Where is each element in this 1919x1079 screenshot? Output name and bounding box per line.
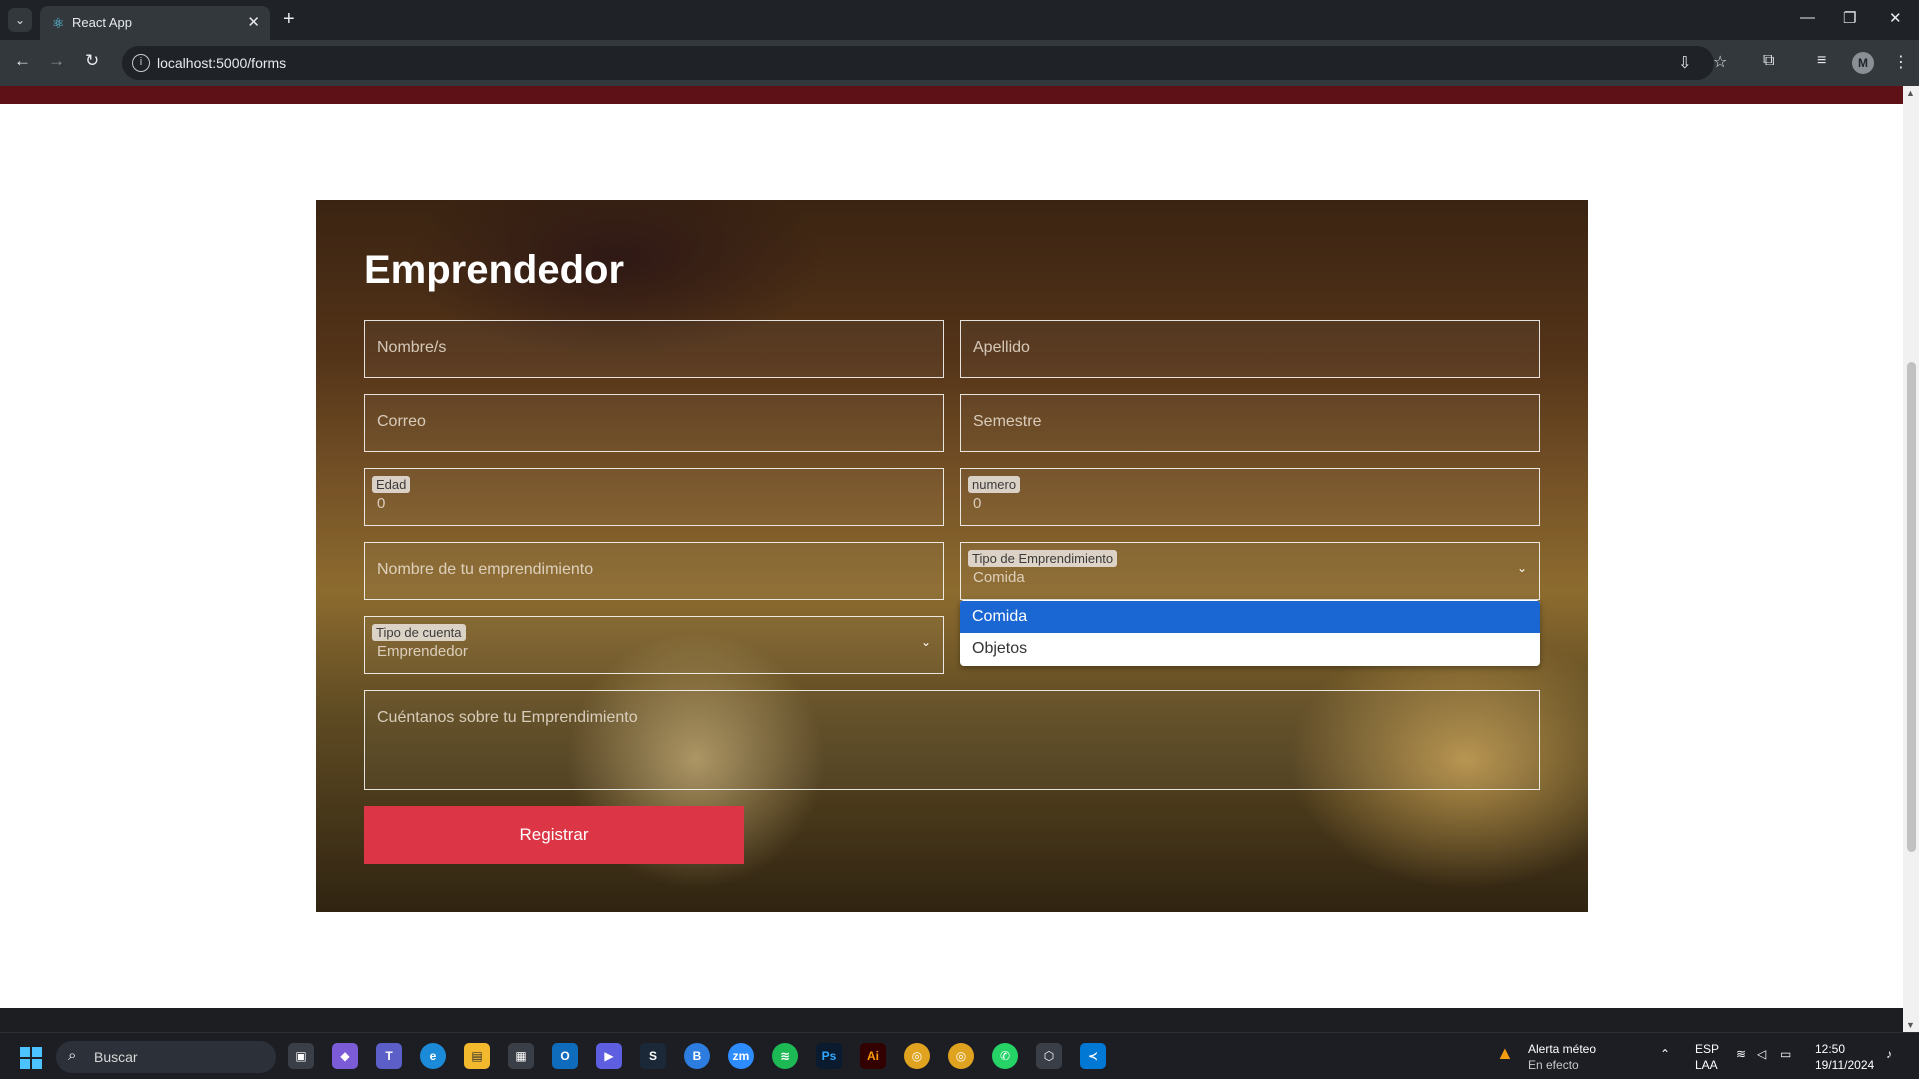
chevron-down-icon: ⌄ xyxy=(920,635,931,649)
extensions-icon[interactable]: ⧉ xyxy=(1763,52,1774,70)
edad-label: Edad xyxy=(372,476,411,493)
zoom-icon[interactable]: zm xyxy=(728,1043,754,1069)
tab-search-button[interactable]: ⌄ xyxy=(8,8,32,32)
edge-icon[interactable]: e xyxy=(420,1043,446,1069)
notification-bell-icon[interactable]: ♪ xyxy=(1886,1047,1892,1061)
wifi-icon[interactable]: ≋ xyxy=(1736,1047,1746,1061)
windows-start-icon[interactable] xyxy=(20,1047,42,1069)
tipo-emprendimiento-select[interactable]: Tipo de Emprendimiento Comida ⌄ xyxy=(960,542,1540,600)
chevron-down-icon: ⌄ xyxy=(1516,561,1527,575)
emprendimiento-placeholder: Nombre de tu emprendimiento xyxy=(377,561,594,578)
semestre-input[interactable]: Semestre xyxy=(960,394,1540,452)
spotify-icon[interactable]: ≋ xyxy=(772,1043,798,1069)
menu-kebab-icon[interactable]: ⋮ xyxy=(1893,52,1909,72)
clock-time[interactable]: 12:50 xyxy=(1815,1042,1845,1056)
header-band xyxy=(0,86,1903,104)
address-bar[interactable]: i localhost:5000/forms ⇩ xyxy=(122,46,1714,80)
form-title: Emprendedor xyxy=(364,248,625,292)
close-window-icon[interactable]: ✕ xyxy=(1889,9,1902,27)
lang-top[interactable]: ESP xyxy=(1695,1042,1719,1056)
lang-bottom: LAA xyxy=(1695,1058,1718,1072)
outlook-icon[interactable]: O xyxy=(552,1043,578,1069)
emprendimiento-input[interactable]: Nombre de tu emprendimiento xyxy=(364,542,944,600)
tipo-emprendimiento-label: Tipo de Emprendimiento xyxy=(968,550,1118,567)
store-icon[interactable]: ▦ xyxy=(508,1043,534,1069)
nombres-input[interactable]: Nombre/s xyxy=(364,320,944,378)
scroll-down-icon[interactable]: ▼ xyxy=(1906,1020,1915,1030)
copilot-icon[interactable]: ◆ xyxy=(332,1043,358,1069)
bluetooth-app-icon[interactable]: B xyxy=(684,1043,710,1069)
edad-value: 0 xyxy=(377,495,386,512)
media-control-icon[interactable]: ≡ xyxy=(1817,52,1826,70)
registrar-button[interactable]: Registrar xyxy=(364,806,744,864)
battery-icon[interactable]: ▭ xyxy=(1780,1047,1791,1061)
media-player-icon[interactable]: ▶ xyxy=(596,1043,622,1069)
search-icon: ⌕ xyxy=(68,1047,77,1064)
back-icon[interactable]: ← xyxy=(14,51,31,71)
app-cube-icon[interactable]: ⬡ xyxy=(1036,1043,1062,1069)
weather-alert-icon[interactable]: ▲ xyxy=(1496,1043,1514,1064)
bookmark-star-icon[interactable]: ☆ xyxy=(1713,52,1727,72)
minimize-icon[interactable]: — xyxy=(1800,9,1815,26)
teams-icon[interactable]: T xyxy=(376,1043,402,1069)
react-icon: ⚛ xyxy=(52,15,65,31)
tipo-emprendimiento-value: Comida xyxy=(973,569,1025,586)
page-scrollbar[interactable]: ▲ ▼ xyxy=(1903,86,1919,1032)
url-text: localhost:5000/forms xyxy=(157,55,287,71)
tipo-emprendimiento-dropdown: Comida Objetos xyxy=(960,600,1540,666)
tray-chevron-up-icon[interactable]: ⌃ xyxy=(1660,1047,1670,1061)
dropdown-option-comida[interactable]: Comida xyxy=(960,601,1540,633)
browser-tab[interactable]: ⚛ React App ✕ xyxy=(40,6,270,40)
apellido-placeholder: Apellido xyxy=(973,339,1030,356)
numero-label: numero xyxy=(968,476,1021,493)
browser-toolbar: ← → ↻ i localhost:5000/forms ⇩ ☆ ⧉ ≡ M ⋮ xyxy=(0,40,1919,86)
numero-value: 0 xyxy=(973,495,982,512)
dropdown-option-objetos[interactable]: Objetos xyxy=(960,633,1540,665)
semestre-placeholder: Semestre xyxy=(973,413,1042,430)
correo-input[interactable]: Correo xyxy=(364,394,944,452)
volume-icon[interactable]: ◁ xyxy=(1757,1047,1766,1061)
site-info-icon[interactable]: i xyxy=(132,54,150,72)
windows-taskbar: ⌕ Buscar ▣ ◆ T e ▤ ▦ O ▶ S B zm ≋ Ps Ai … xyxy=(0,1032,1919,1079)
scroll-thumb[interactable] xyxy=(1907,362,1916,852)
edad-input[interactable]: Edad 0 xyxy=(364,468,944,526)
correo-placeholder: Correo xyxy=(377,413,426,430)
chrome-profile-icon[interactable]: ◎ xyxy=(948,1043,974,1069)
descripcion-placeholder: Cuéntanos sobre tu Emprendimiento xyxy=(377,709,638,726)
tab-title: React App xyxy=(72,15,132,30)
search-text: Buscar xyxy=(94,1049,138,1065)
tipo-cuenta-label: Tipo de cuenta xyxy=(372,624,466,641)
profile-avatar[interactable]: M xyxy=(1852,52,1874,74)
footer-band xyxy=(0,1008,1903,1032)
photoshop-icon[interactable]: Ps xyxy=(816,1043,842,1069)
form-card: Emprendedor Nombre/s Apellido Correo Sem… xyxy=(316,200,1588,912)
reload-icon[interactable]: ↻ xyxy=(85,51,99,71)
numero-input[interactable]: numero 0 xyxy=(960,468,1540,526)
install-app-icon[interactable]: ⇩ xyxy=(1678,53,1691,73)
tipo-cuenta-select[interactable]: Tipo de cuenta Emprendedor ⌄ xyxy=(364,616,944,674)
apellido-input[interactable]: Apellido xyxy=(960,320,1540,378)
steam-icon[interactable]: S xyxy=(640,1043,666,1069)
tab-close-icon[interactable]: ✕ xyxy=(247,13,260,31)
vscode-icon[interactable]: ≺ xyxy=(1080,1043,1106,1069)
whatsapp-icon[interactable]: ✆ xyxy=(992,1043,1018,1069)
descripcion-textarea[interactable]: Cuéntanos sobre tu Emprendimiento xyxy=(364,690,1540,790)
tipo-cuenta-value: Emprendedor xyxy=(377,643,468,660)
weather-sub: En efecto xyxy=(1528,1058,1579,1072)
scroll-up-icon[interactable]: ▲ xyxy=(1906,88,1915,98)
new-tab-button[interactable]: + xyxy=(283,8,295,30)
chrome-icon[interactable]: ◎ xyxy=(904,1043,930,1069)
weather-title[interactable]: Alerta méteo xyxy=(1528,1042,1596,1056)
restore-icon[interactable]: ❐ xyxy=(1843,9,1856,27)
browser-tab-bar: ⌄ ⚛ React App ✕ + — ❐ ✕ xyxy=(0,0,1919,40)
file-explorer-icon[interactable]: ▤ xyxy=(464,1043,490,1069)
illustrator-icon[interactable]: Ai xyxy=(860,1043,886,1069)
clock-date: 19/11/2024 xyxy=(1815,1058,1875,1072)
nombres-placeholder: Nombre/s xyxy=(377,339,447,356)
forward-icon[interactable]: → xyxy=(48,51,65,71)
taskbar-search[interactable]: ⌕ Buscar xyxy=(56,1041,276,1073)
task-view-icon[interactable]: ▣ xyxy=(288,1043,314,1069)
